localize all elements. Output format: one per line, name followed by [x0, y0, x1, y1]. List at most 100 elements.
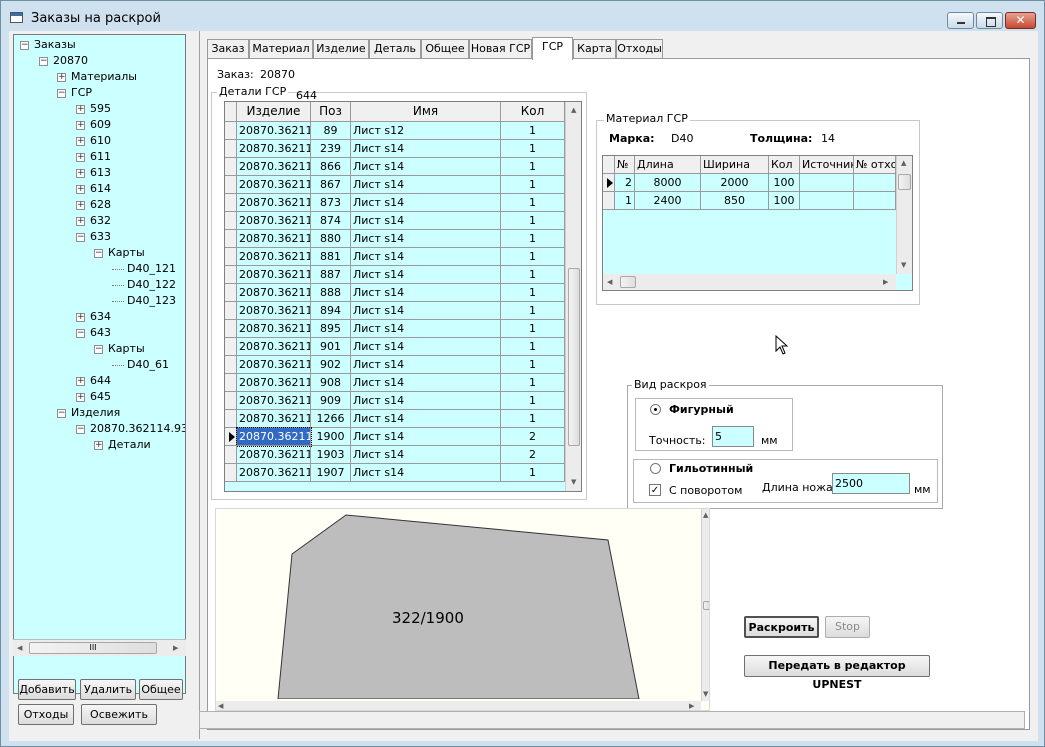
- row-indicator[interactable]: [225, 194, 237, 212]
- material-cell[interactable]: [800, 174, 854, 192]
- material-column-header[interactable]: № отхо: [854, 156, 896, 174]
- material-column-header[interactable]: Длина: [635, 156, 701, 174]
- details-cell[interactable]: 20870.362114.: [237, 410, 311, 428]
- details-cell[interactable]: 901: [311, 338, 351, 356]
- tree-node[interactable]: +645: [76, 389, 111, 405]
- expand-icon[interactable]: +: [94, 440, 103, 450]
- details-cell[interactable]: Лист s14: [351, 284, 501, 302]
- details-cell[interactable]: 20870.362114.: [237, 266, 311, 284]
- details-cell[interactable]: 909: [311, 392, 351, 410]
- tree-node[interactable]: − Карты: [94, 245, 145, 261]
- tree-node[interactable]: +611: [76, 149, 111, 165]
- details-column-header[interactable]: Изделие: [237, 102, 311, 122]
- details-cell[interactable]: 895: [311, 320, 351, 338]
- tree-node[interactable]: +613: [76, 165, 111, 181]
- details-cell[interactable]: Лист s14: [351, 140, 501, 158]
- tab-2[interactable]: Изделие: [313, 39, 369, 59]
- details-cell[interactable]: 1: [501, 122, 565, 140]
- expand-icon[interactable]: +: [76, 104, 85, 114]
- details-cell[interactable]: 1: [501, 194, 565, 212]
- details-cell[interactable]: Лист s14: [351, 320, 501, 338]
- details-cell[interactable]: Лист s14: [351, 302, 501, 320]
- collapse-icon[interactable]: −: [39, 56, 48, 66]
- details-cell[interactable]: 880: [311, 230, 351, 248]
- preview-horizontal-scrollbar[interactable]: ◀ ▶: [216, 701, 701, 710]
- tab-6[interactable]: ГСР: [532, 37, 573, 60]
- collapse-icon[interactable]: −: [20, 40, 29, 50]
- details-cell[interactable]: 1266: [311, 410, 351, 428]
- details-cell[interactable]: 1: [501, 320, 565, 338]
- details-scroll-thumb[interactable]: [568, 268, 580, 446]
- row-indicator[interactable]: [225, 302, 237, 320]
- scroll-up-icon[interactable]: ▲: [571, 105, 576, 115]
- accuracy-input[interactable]: 5: [712, 426, 754, 447]
- scroll-right-icon[interactable]: ▶: [689, 701, 694, 710]
- knife-length-input[interactable]: 2500: [832, 473, 910, 494]
- scroll-down-icon[interactable]: ▼: [703, 689, 708, 699]
- details-cell[interactable]: 908: [311, 374, 351, 392]
- details-cell[interactable]: 1: [501, 356, 565, 374]
- collapse-icon[interactable]: −: [76, 424, 85, 434]
- row-indicator[interactable]: [225, 446, 237, 464]
- details-cell[interactable]: Лист s14: [351, 356, 501, 374]
- scroll-right-icon[interactable]: ▶: [883, 277, 888, 287]
- details-cell[interactable]: 20870.362114.: [237, 158, 311, 176]
- details-cell[interactable]: 866: [311, 158, 351, 176]
- stop-button[interactable]: Stop: [825, 616, 870, 638]
- row-indicator[interactable]: [225, 410, 237, 428]
- details-cell[interactable]: 20870.362114.: [237, 194, 311, 212]
- details-cell[interactable]: Лист s14: [351, 248, 501, 266]
- expand-icon[interactable]: +: [76, 200, 85, 210]
- material-cell[interactable]: 2: [615, 174, 635, 192]
- details-cell[interactable]: 1: [501, 392, 565, 410]
- material-cell[interactable]: [800, 192, 854, 210]
- rotate-checkbox[interactable]: ✓: [649, 484, 661, 496]
- tree-node[interactable]: +644: [76, 373, 111, 389]
- details-cell[interactable]: 20870.362114.: [237, 284, 311, 302]
- preview-scroll-thumb[interactable]: [703, 601, 709, 610]
- minimize-button[interactable]: [947, 12, 974, 29]
- tab-4[interactable]: Общее: [421, 39, 469, 59]
- expand-icon[interactable]: +: [76, 184, 85, 194]
- tree-node[interactable]: − Карты: [94, 341, 145, 357]
- waste-button[interactable]: Отходы: [18, 704, 74, 725]
- material-grid[interactable]: № Длина Ширина Кол Источник № отхо 2 8000 2000 10…: [602, 155, 913, 291]
- details-cell[interactable]: 20870.362114.: [237, 212, 311, 230]
- tab-0[interactable]: Заказ: [207, 39, 249, 59]
- details-cell[interactable]: 1: [501, 230, 565, 248]
- send-to-upnest-button[interactable]: Передать в редактор UPNEST: [744, 655, 930, 691]
- tree-node[interactable]: −20870.362114.932: [76, 421, 185, 437]
- orders-tree[interactable]: − Заказы −20870 + Материалы − ГСР +595 +609 +610 +…: [13, 34, 186, 694]
- details-cell[interactable]: 1: [501, 176, 565, 194]
- details-cell[interactable]: 20870.362114.: [237, 122, 311, 140]
- row-indicator[interactable]: [225, 248, 237, 266]
- details-cell[interactable]: 873: [311, 194, 351, 212]
- tab-1[interactable]: Материал: [249, 39, 313, 59]
- details-cell[interactable]: Лист s14: [351, 464, 501, 482]
- details-cell[interactable]: 1: [501, 140, 565, 158]
- details-cell[interactable]: 20870.362114: [236, 427, 312, 447]
- details-cell[interactable]: Лист s14: [351, 392, 501, 410]
- details-cell[interactable]: Лист s14: [351, 374, 501, 392]
- details-cell[interactable]: 20870.362114.: [237, 374, 311, 392]
- details-cell[interactable]: 887: [311, 266, 351, 284]
- tree-node[interactable]: +610: [76, 133, 111, 149]
- details-cell[interactable]: Лист s14: [351, 410, 501, 428]
- details-column-header[interactable]: Кол: [501, 102, 565, 122]
- row-indicator[interactable]: [225, 176, 237, 194]
- expand-icon[interactable]: +: [76, 392, 85, 402]
- collapse-icon[interactable]: −: [76, 328, 85, 338]
- cut-button[interactable]: Раскроить: [744, 616, 819, 638]
- material-hscroll-thumb[interactable]: [620, 276, 636, 288]
- scroll-left-icon[interactable]: ◀: [607, 277, 612, 287]
- shaped-radio[interactable]: [650, 404, 661, 415]
- details-cell[interactable]: 874: [311, 212, 351, 230]
- details-cell[interactable]: 1: [501, 284, 565, 302]
- tab-5[interactable]: Новая ГСР: [469, 39, 532, 59]
- common-button[interactable]: Общее: [139, 679, 183, 700]
- tree-node[interactable]: D40_61: [112, 357, 169, 373]
- details-cell[interactable]: 20870.362114.: [237, 230, 311, 248]
- details-vertical-scrollbar[interactable]: ▲ ▼: [565, 102, 581, 491]
- row-indicator[interactable]: [225, 338, 237, 356]
- row-indicator[interactable]: [225, 158, 237, 176]
